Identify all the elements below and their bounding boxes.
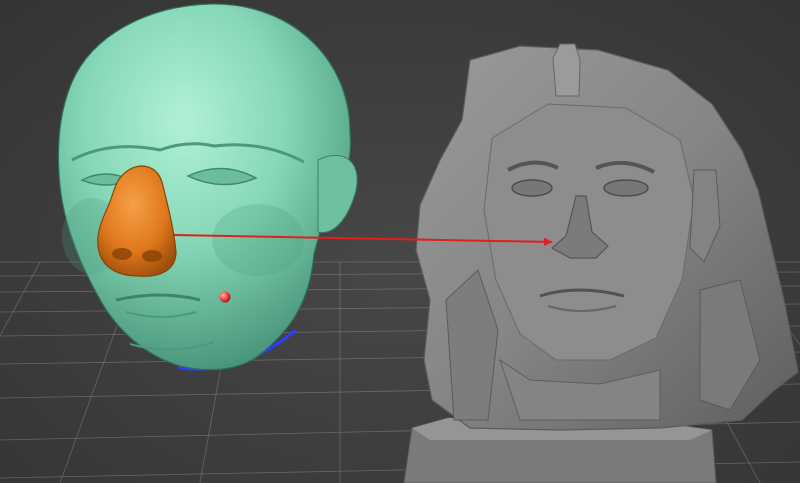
scanned-bust-model[interactable] <box>403 43 799 483</box>
3d-viewport[interactable] <box>0 0 800 483</box>
landmark-point-marker[interactable] <box>219 291 231 303</box>
reference-head-model[interactable] <box>57 3 358 371</box>
scene-canvas[interactable] <box>0 0 800 483</box>
